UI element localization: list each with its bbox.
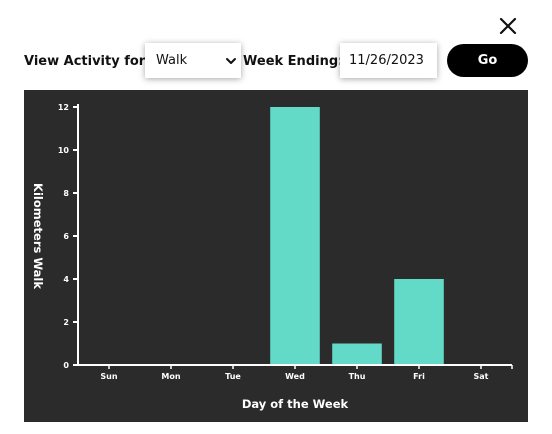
x-tick-label: Mon [161, 372, 180, 381]
x-tick-label: Wed [285, 372, 305, 381]
go-button[interactable]: Go [447, 44, 528, 77]
x-tick-label: Sat [474, 372, 489, 381]
x-tick-label: Fri [413, 372, 425, 381]
activity-label: View Activity for: [24, 54, 151, 69]
filter-controls: View Activity for: Walk Week Ending: Go [0, 0, 552, 90]
bar-fri [394, 279, 444, 365]
y-tick-label: 8 [63, 189, 69, 198]
week-ending-input[interactable] [340, 43, 437, 78]
x-tick-label: Tue [225, 372, 241, 381]
activity-select-wrapper[interactable]: Walk [145, 43, 241, 78]
activity-chart: 0 2 4 6 8 10 12 Sun Mon Tue Wed Thu Fri Sat Day of the… [24, 90, 528, 422]
y-tick-label: 2 [63, 318, 69, 327]
y-tick-label: 0 [63, 361, 69, 370]
y-tick-label: 4 [63, 275, 69, 284]
activity-select[interactable]: Walk [145, 43, 241, 78]
x-axis-title: Day of the Week [242, 397, 349, 411]
week-ending-label: Week Ending: [243, 54, 344, 69]
y-tick-label: 6 [63, 232, 69, 241]
y-tick-label: 10 [58, 146, 70, 155]
x-tick-label: Sun [100, 372, 117, 381]
x-tick-label: Thu [349, 372, 366, 381]
bar-chart: 0 2 4 6 8 10 12 Sun Mon Tue Wed Thu Fri Sat Day of the… [24, 90, 528, 422]
y-tick-label: 12 [58, 103, 69, 112]
bar-thu [332, 343, 382, 365]
bar-wed [270, 107, 320, 365]
y-axis-title: Kilometers Walk [31, 183, 45, 289]
